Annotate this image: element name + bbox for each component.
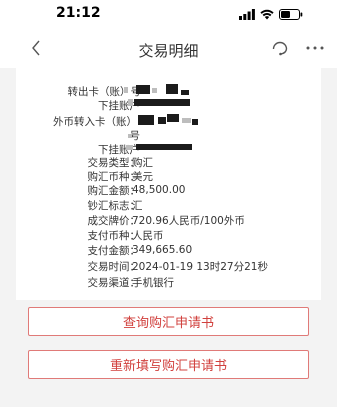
row-value: 汇 [132, 199, 143, 212]
customer-service-button[interactable] [270, 38, 290, 58]
more-dots-icon [306, 46, 324, 50]
detail-row: 购汇币种： 美元 [16, 169, 321, 183]
row-label: 转出卡（账）号 [67, 85, 142, 98]
detail-row: 支付币种： 人民币 [16, 228, 321, 242]
detail-row: 成交牌价： 720.96人民币/100外币 [16, 213, 321, 227]
detail-row: 购汇金额： 48,500.00 [16, 183, 321, 197]
row-value: 48,500.00 [132, 184, 186, 196]
query-application-button[interactable]: 查询购汇申请书 [28, 307, 309, 336]
row-value: 购汇 [132, 156, 153, 169]
row-value: 美元 [132, 170, 153, 183]
detail-row: 交易类型： 购汇 [16, 155, 321, 169]
detail-row: 交易渠道： 手机银行 [16, 275, 321, 289]
transaction-detail-card: 转出卡（账）号 下挂账户 外币转入卡（账） 号 下挂账户 交易类型： 购汇 购汇… [16, 68, 321, 300]
row-value: 2024-01-19 13时27分21秒 [132, 260, 268, 273]
detail-row: 支付金额： 349,665.60 [16, 243, 321, 257]
status-time: 21:12 [56, 5, 101, 21]
row-value: 人民币 [132, 229, 164, 242]
status-icons [239, 8, 303, 20]
more-button[interactable] [303, 38, 327, 58]
row-value: 349,665.60 [132, 244, 193, 256]
battery-icon [279, 8, 303, 20]
status-bar: 21:12 [0, 0, 337, 30]
detail-row: 交易时间： 2024-01-19 13时27分21秒 [16, 259, 321, 273]
row-value: 720.96人民币/100外币 [132, 214, 245, 227]
row-value: 手机银行 [132, 276, 174, 289]
row-label: 外币转入卡（账） [53, 115, 137, 128]
refill-application-button[interactable]: 重新填写购汇申请书 [28, 350, 309, 379]
headset-icon [272, 41, 288, 56]
nav-bar: 交易明细 [0, 30, 337, 68]
action-area: 查询购汇申请书 重新填写购汇申请书 [0, 300, 337, 407]
wifi-icon [260, 9, 274, 19]
detail-row: 钞汇标志： 汇 [16, 198, 321, 212]
signal-icon [239, 8, 255, 20]
detail-row: 号 [16, 128, 321, 142]
